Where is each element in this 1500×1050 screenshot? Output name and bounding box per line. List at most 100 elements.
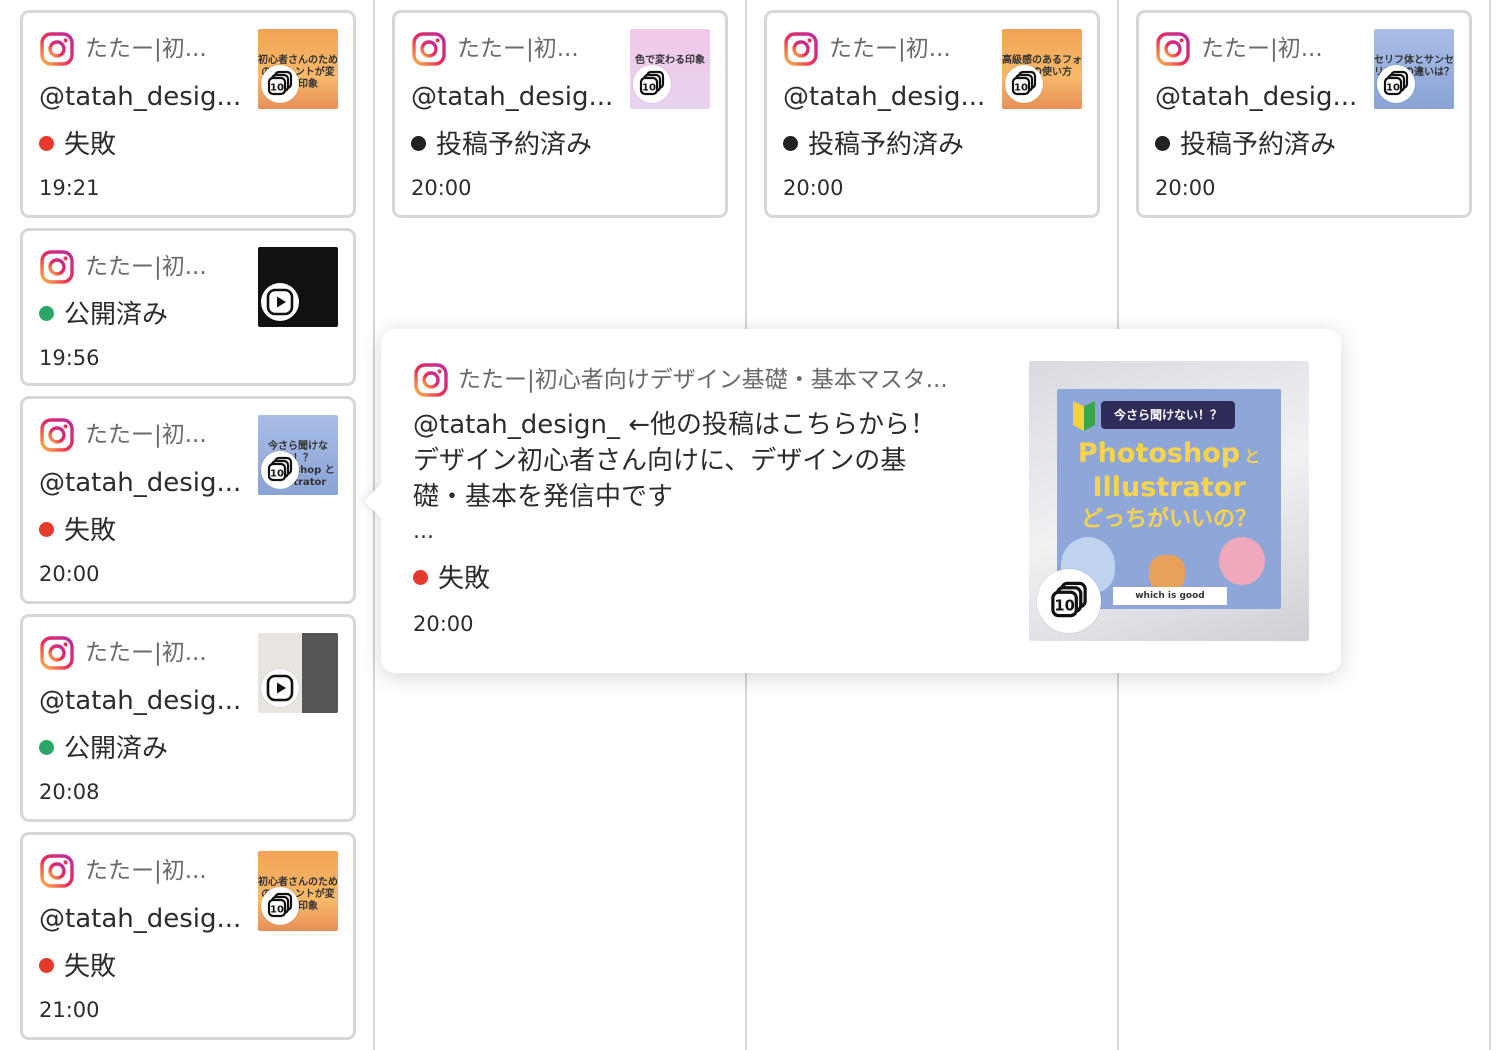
- carousel-badge: 10: [1005, 65, 1043, 103]
- status-label: 失敗: [64, 516, 117, 546]
- preview-title-2: Illustrator: [1092, 472, 1246, 503]
- popover-caption-line-1: @tatah_design_ ←他の投稿はこちらから！: [413, 410, 937, 440]
- preview-banner: 今さら聞けない！？: [1101, 401, 1235, 429]
- instagram-icon: [414, 363, 448, 397]
- carousel-stack-icon: 10: [267, 456, 293, 482]
- status-label: 投稿予約済み: [808, 130, 965, 160]
- post-time: 19:56: [39, 346, 100, 370]
- carousel-badge: 10: [1377, 65, 1415, 103]
- status-label: 公開済み: [64, 734, 169, 764]
- account-name: たたー|初...: [85, 858, 207, 884]
- status-dot: [1155, 136, 1170, 151]
- play-icon: [266, 674, 294, 702]
- carousel-count: 10: [1386, 83, 1400, 94]
- status-dot: [783, 136, 798, 151]
- popover-account-name: たたー|初心者向けデザイン基礎・基本マスタ...: [458, 367, 948, 393]
- instagram-icon: [40, 250, 74, 284]
- account-name: たたー|初...: [85, 640, 207, 666]
- preview-footer: which is good: [1113, 587, 1227, 605]
- popover-caption-line-2: デザイン初心者さん向けに、デザインの基: [413, 446, 907, 476]
- character-right: [1219, 537, 1265, 585]
- post-card[interactable]: たたー|初... @tatah_desig... 失敗 20:00 今さら聞けない！？ …: [20, 396, 356, 604]
- post-time: 20:00: [39, 562, 100, 586]
- popover-time: 20:00: [413, 612, 474, 636]
- carousel-badge: 10: [1037, 569, 1101, 633]
- instagram-icon: [40, 854, 74, 888]
- post-status: 失敗: [39, 949, 116, 985]
- post-status: 公開済み: [39, 297, 168, 333]
- account-handle: @tatah_desig...: [1155, 82, 1358, 112]
- account-handle: @tatah_desig...: [39, 82, 242, 112]
- play-icon: [266, 288, 294, 316]
- carousel-badge: 10: [261, 887, 299, 925]
- status-dot: [411, 136, 426, 151]
- post-status: 投稿予約済み: [1155, 127, 1336, 163]
- carousel-count: 10: [270, 905, 284, 916]
- carousel-stack-icon: 10: [1383, 70, 1409, 96]
- post-time: 20:00: [411, 176, 472, 200]
- preview-title-1-suffix: と: [1244, 447, 1261, 466]
- post-status: 投稿予約済み: [783, 127, 964, 163]
- carousel-count: 10: [642, 83, 656, 94]
- post-card[interactable]: たたー|初... @tatah_desig... 公開済み 20:08: [20, 614, 356, 822]
- account-handle: @tatah_desig...: [39, 686, 242, 716]
- post-time: 19:21: [39, 176, 100, 200]
- status-dot: [413, 570, 428, 585]
- account-handle: @tatah_desig...: [39, 904, 242, 934]
- preview-title-1-word: Photoshop: [1077, 438, 1241, 469]
- account-name: たたー|初...: [829, 36, 951, 62]
- post-card[interactable]: たたー|初... @tatah_desig... 投稿予約済み 20:00 セリフ体とサ…: [1136, 10, 1472, 218]
- account-handle: @tatah_desig...: [783, 82, 986, 112]
- carousel-stack-icon: 10: [639, 70, 665, 96]
- post-time: 20:00: [1155, 176, 1216, 200]
- character-dog: [1149, 555, 1185, 591]
- post-card[interactable]: たたー|初...@tatah_desig...失敗19:21初心者さんのための …: [20, 10, 356, 218]
- instagram-icon: [412, 32, 446, 66]
- account-handle: @tatah_desig...: [411, 82, 614, 112]
- column-divider-4: [1489, 0, 1491, 1050]
- popover-media-preview[interactable]: 今さら聞けない！？ Photoshop と Illustrator どっちがいいの…: [1029, 361, 1309, 641]
- carousel-badge: 10: [633, 65, 671, 103]
- carousel-stack-icon: 10: [1051, 581, 1087, 618]
- post-time: 21:00: [39, 998, 100, 1022]
- carousel-count: 10: [1054, 598, 1074, 615]
- post-time: 20:00: [783, 176, 844, 200]
- carousel-badge: 10: [261, 451, 299, 489]
- post-card[interactable]: たたー|初... 公開済み 19:56: [20, 228, 356, 386]
- video-badge: [261, 283, 299, 321]
- carousel-count: 10: [270, 469, 284, 480]
- post-card[interactable]: たたー|初...@tatah_desig...失敗21:00初心者さんのための …: [20, 832, 356, 1040]
- carousel-badge: 10: [261, 65, 299, 103]
- account-name: たたー|初...: [85, 36, 207, 62]
- account-handle: @tatah_desig...: [39, 468, 242, 498]
- account-name: たたー|初...: [1201, 36, 1323, 62]
- post-time: 20:08: [39, 780, 100, 804]
- popover-status-label: 失敗: [438, 564, 491, 594]
- thumbnail-text: 色で変わる印象: [635, 55, 705, 66]
- popover-status: 失敗: [413, 561, 490, 597]
- status-label: 失敗: [64, 952, 117, 982]
- post-status: 公開済み: [39, 731, 168, 767]
- video-badge: [261, 669, 299, 707]
- status-label: 投稿予約済み: [436, 130, 593, 160]
- status-label: 失敗: [64, 130, 117, 160]
- post-card[interactable]: たたー|初... @tatah_desig... 投稿予約済み 20:00 高級感のある…: [764, 10, 1100, 218]
- status-dot: [39, 740, 54, 755]
- account-name: たたー|初...: [85, 422, 207, 448]
- popover-caption-line-3: 礎・基本を発信中です: [413, 482, 674, 512]
- status-label: 公開済み: [64, 300, 169, 330]
- post-status: 失敗: [39, 513, 116, 549]
- account-name: たたー|初...: [457, 36, 579, 62]
- carousel-stack-icon: 10: [267, 70, 293, 96]
- status-dot: [39, 136, 54, 151]
- carousel-count: 10: [1014, 83, 1028, 94]
- instagram-icon: [784, 32, 818, 66]
- carousel-stack-icon: 10: [267, 892, 293, 918]
- post-card[interactable]: たたー|初... @tatah_desig... 投稿予約済み 20:00 色で変わる印…: [392, 10, 728, 218]
- account-name: たたー|初...: [85, 254, 207, 280]
- carousel-stack-icon: 10: [1011, 70, 1037, 96]
- instagram-icon: [40, 418, 74, 452]
- popover-pointer: [364, 484, 398, 518]
- post-preview-popover: たたー|初心者向けデザイン基礎・基本マスタ... @tatah_design_ …: [364, 329, 1341, 673]
- post-status: 失敗: [39, 127, 116, 163]
